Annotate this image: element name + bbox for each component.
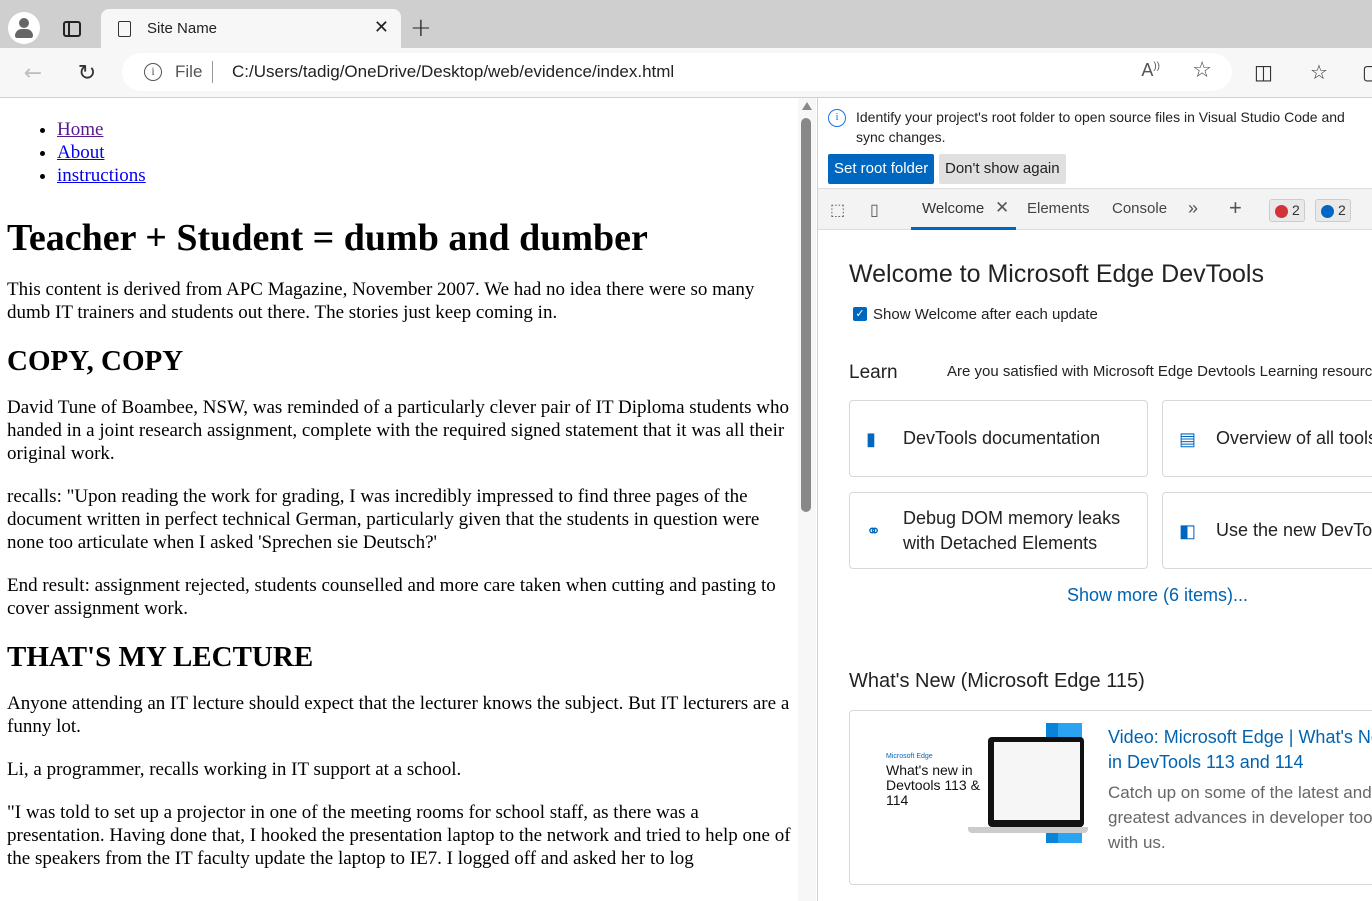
card-label: Use the new DevTools UI xyxy=(1216,520,1372,540)
add-tab-icon[interactable]: + xyxy=(1229,195,1242,221)
intro-paragraph: This content is derived from APC Magazin… xyxy=(7,279,755,323)
new-tab-button[interactable]: + xyxy=(410,13,432,43)
survey-text: Are you satisfied with Microsoft Edge De… xyxy=(947,363,1372,380)
nav-link-instructions[interactable]: instructions xyxy=(57,165,146,186)
show-welcome-label[interactable]: Show Welcome after each update xyxy=(873,306,1098,323)
paragraph: David Tune of Boambee, NSW, was reminded… xyxy=(7,397,789,464)
browser-tab[interactable]: Site Name ✕ xyxy=(101,9,401,48)
avatar-head xyxy=(19,18,29,28)
paragraph: "I was told to set up a projector in one… xyxy=(7,802,791,869)
read-aloud-icon[interactable]: A)) xyxy=(1141,60,1160,81)
card-label: Overview of all tools xyxy=(1216,428,1372,448)
card-debug-dom-leaks[interactable]: ⚭ Debug DOM memory leaks with Detached E… xyxy=(849,492,1148,569)
video-thumbnail[interactable]: Microsoft Edge What's new in Devtools 11… xyxy=(878,723,1092,848)
devtools-panel: i Identify your project's root folder to… xyxy=(817,98,1372,901)
paragraph: End result: assignment rejected, student… xyxy=(7,575,776,619)
error-count-badge[interactable]: 2 xyxy=(1269,199,1305,222)
paragraph: Anyone attending an IT lecture should ex… xyxy=(7,693,790,737)
learn-heading: Learn xyxy=(849,362,898,383)
nav-item: instructions xyxy=(57,164,146,187)
profile-avatar[interactable] xyxy=(8,12,40,44)
scrollbar-thumb[interactable] xyxy=(801,118,811,512)
show-welcome-checkbox[interactable]: ✓ xyxy=(853,307,867,321)
show-more-link[interactable]: Show more (6 items)... xyxy=(1067,585,1248,606)
scroll-up-arrow[interactable] xyxy=(802,102,812,110)
document-icon: ▤ xyxy=(1179,429,1197,449)
avatar-body xyxy=(15,29,33,38)
nav-list: Home About instructions xyxy=(57,118,146,187)
devtools-tab-bar: ⬚ ▯ Welcome ✕ Elements Console » + 2 2 xyxy=(818,188,1372,230)
message-count: 2 xyxy=(1338,202,1346,218)
thumbnail-brand: Microsoft Edge xyxy=(886,753,933,760)
web-page: Home About instructions Teacher + Studen… xyxy=(0,98,798,901)
browser-toolbar: ← ↻ i File C:/Users/tadig/OneDrive/Deskt… xyxy=(0,48,1372,98)
tab-console[interactable]: Console xyxy=(1112,200,1167,217)
panel-icon: ◧ xyxy=(1179,521,1197,541)
message-icon xyxy=(1321,205,1334,218)
video-title-link[interactable]: Video: Microsoft Edge | What's New in De… xyxy=(1108,725,1372,775)
nav-item: About xyxy=(57,141,146,164)
book-icon: ▮ xyxy=(866,429,876,449)
nav-link-home[interactable]: Home xyxy=(57,119,103,140)
card-devtools-documentation[interactable]: ▮ DevTools documentation xyxy=(849,400,1148,477)
card-overview-tools[interactable]: ▤ Overview of all tools xyxy=(1162,400,1372,477)
paragraph: Li, a programmer, recalls working in IT … xyxy=(7,759,462,780)
collections-icon[interactable]: ▢ xyxy=(1362,60,1372,84)
info-icon: i xyxy=(828,109,846,127)
message-count-badge[interactable]: 2 xyxy=(1315,199,1351,222)
page-content: Teacher + Student = dumb and dumber This… xyxy=(7,216,792,890)
set-root-folder-button[interactable]: Set root folder xyxy=(828,154,935,184)
video-card[interactable]: Microsoft Edge What's new in Devtools 11… xyxy=(849,710,1372,885)
favorites-icon[interactable]: ☆ xyxy=(1310,60,1328,84)
reload-button[interactable]: ↻ xyxy=(72,58,102,88)
address-url[interactable]: C:/Users/tadig/OneDrive/Desktop/web/evid… xyxy=(232,62,674,82)
back-button[interactable]: ← xyxy=(18,58,48,88)
tab-elements[interactable]: Elements xyxy=(1027,200,1090,217)
nav-item: Home xyxy=(57,118,146,141)
favorite-star-icon[interactable]: ☆ xyxy=(1192,58,1212,83)
more-tabs-icon[interactable]: » xyxy=(1188,198,1198,219)
address-separator xyxy=(212,61,213,83)
infobar-message: Identify your project's root folder to o… xyxy=(856,109,1345,145)
info-icon[interactable]: i xyxy=(144,63,162,81)
link-icon: ⚭ xyxy=(866,521,882,541)
tab-title: Site Name xyxy=(147,20,218,37)
device-emulation-icon[interactable]: ▯ xyxy=(870,200,879,220)
error-icon xyxy=(1275,205,1288,218)
dont-show-again-button[interactable]: Don't show again xyxy=(939,154,1066,184)
close-tab-icon[interactable]: ✕ xyxy=(374,17,389,38)
laptop-screen xyxy=(994,742,1080,820)
video-description: Catch up on some of the latest and great… xyxy=(1108,783,1372,852)
whats-new-heading: What's New (Microsoft Edge 115) xyxy=(849,670,1145,692)
error-count: 2 xyxy=(1292,202,1300,218)
inspect-element-icon[interactable]: ⬚ xyxy=(830,200,845,220)
tab-actions-icon[interactable] xyxy=(56,14,88,44)
paragraph: recalls: "Upon reading the work for grad… xyxy=(7,486,760,553)
card-label: Debug DOM memory leaks with Detached Ele… xyxy=(903,507,1121,553)
page-icon xyxy=(118,21,131,37)
tab-strip: Site Name ✕ + xyxy=(0,0,1372,48)
split-screen-icon[interactable]: ◫ xyxy=(1254,60,1273,84)
section-heading-copy: COPY, COPY xyxy=(7,345,184,377)
address-bar[interactable]: i File C:/Users/tadig/OneDrive/Desktop/w… xyxy=(122,53,1232,91)
card-new-devtools-ui[interactable]: ◧ Use the new DevTools UI xyxy=(1162,492,1372,569)
section-heading-lecture: THAT'S MY LECTURE xyxy=(7,641,314,673)
devtools-infobar: i Identify your project's root folder to… xyxy=(818,98,1372,188)
page-scrollbar[interactable] xyxy=(798,98,816,901)
nav-link-about[interactable]: About xyxy=(57,142,105,163)
page-heading: Teacher + Student = dumb and dumber xyxy=(7,217,648,259)
tab-welcome[interactable]: Welcome xyxy=(922,200,984,217)
card-label: DevTools documentation xyxy=(903,428,1101,448)
thumbnail-title: What's new in Devtools 113 & 114 xyxy=(886,762,980,808)
welcome-pane: Welcome to Microsoft Edge DevTools ✓ Sho… xyxy=(818,230,1372,901)
address-scheme: File xyxy=(175,62,203,81)
close-welcome-tab-icon[interactable]: ✕ xyxy=(995,198,1009,218)
welcome-title: Welcome to Microsoft Edge DevTools xyxy=(849,260,1264,288)
laptop-base xyxy=(968,827,1088,833)
